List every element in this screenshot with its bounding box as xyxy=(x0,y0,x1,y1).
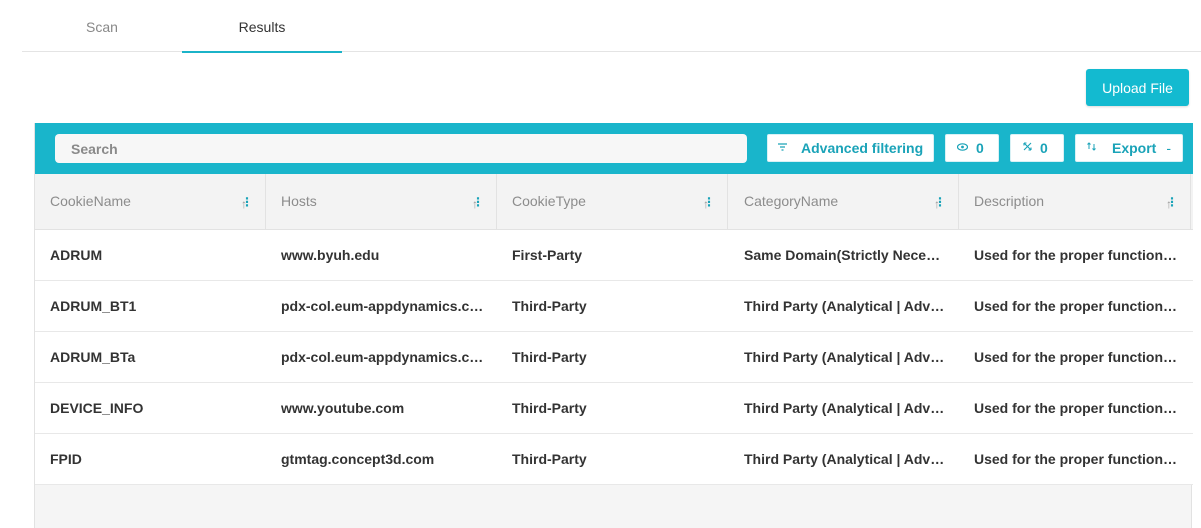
cell-categoryname: Third Party (Analytical | Advertising) xyxy=(744,451,959,467)
cell-cookiename: ADRUM_BTa xyxy=(50,349,136,365)
cell-cookiename: FPID xyxy=(50,451,82,467)
cell-description: Used for the proper functioning of the w… xyxy=(974,400,1191,416)
tab-results[interactable]: Results xyxy=(182,0,342,53)
view-count-button[interactable]: 0 xyxy=(945,134,999,162)
cell-description: Used for the proper functioning of the w… xyxy=(974,451,1191,467)
column-header-label: CookieType xyxy=(512,193,586,209)
table-header: CookieName ↑ ⋮ Hosts ↑ ⋮ CookieType ↑ ⋮ … xyxy=(35,174,1193,230)
table-row[interactable]: FPID gtmtag.concept3d.com Third-Party Th… xyxy=(35,434,1193,485)
cross-arrows-icon xyxy=(1023,142,1032,154)
upload-file-button[interactable]: Upload File xyxy=(1086,69,1189,106)
cell-cookietype: Third-Party xyxy=(512,349,587,365)
advanced-filtering-label: Advanced filtering xyxy=(801,140,924,156)
column-header-cookiename[interactable]: CookieName ↑ ⋮ xyxy=(35,174,266,230)
table-toolbar: Advanced filtering 0 0 Export - xyxy=(35,123,1193,174)
column-header-label: Description xyxy=(974,193,1045,209)
view-count: 0 xyxy=(976,140,984,156)
chevron-down-icon: - xyxy=(1166,140,1172,156)
cell-hosts: www.youtube.com xyxy=(281,400,405,416)
table-row[interactable]: ADRUM www.byuh.edu First-Party Same Doma… xyxy=(35,230,1193,281)
export-icon xyxy=(1087,142,1096,154)
results-table-card: Advanced filtering 0 0 Export - CookieNa… xyxy=(34,123,1193,528)
cell-cookiename: DEVICE_INFO xyxy=(50,400,144,416)
filter-icon xyxy=(778,142,787,154)
cell-description: Used for the proper functioning of the w… xyxy=(974,349,1191,365)
column-header-label: CookieName xyxy=(50,193,131,209)
cell-cookietype: First-Party xyxy=(512,247,583,263)
cell-description: Used for the proper functioning of the w… xyxy=(974,298,1191,314)
column-header-label: CategoryName xyxy=(744,193,839,209)
selected-count-button[interactable]: 0 xyxy=(1010,134,1064,162)
column-header-cookietype[interactable]: CookieType ↑ ⋮ xyxy=(497,174,728,230)
vertical-dots-icon[interactable]: ⋮ xyxy=(703,174,715,231)
vertical-dots-icon[interactable]: ⋮ xyxy=(472,174,484,231)
column-header-label: Hosts xyxy=(281,193,317,209)
vertical-dots-icon[interactable]: ⋮ xyxy=(241,174,253,231)
column-header-hosts[interactable]: Hosts ↑ ⋮ xyxy=(266,174,497,230)
selected-count: 0 xyxy=(1040,140,1048,156)
cell-hosts: gtmtag.concept3d.com xyxy=(281,451,435,467)
cell-categoryname: Third Party (Analytical | Advertising) xyxy=(744,298,959,314)
cell-cookietype: Third-Party xyxy=(512,298,587,314)
table-row[interactable]: DEVICE_INFO www.youtube.com Third-Party … xyxy=(35,383,1193,434)
column-header-description[interactable]: Description ↑ ⋮ xyxy=(959,174,1191,230)
cell-cookiename: ADRUM xyxy=(50,247,103,263)
cell-hosts: pdx-col.eum-appdynamics.com xyxy=(281,349,491,365)
vertical-dots-icon[interactable]: ⋮ xyxy=(1166,174,1178,231)
cell-hosts: www.byuh.edu xyxy=(281,247,380,263)
search-input[interactable] xyxy=(55,134,747,163)
eye-icon xyxy=(956,142,969,154)
tab-scan[interactable]: Scan xyxy=(22,0,182,52)
tab-bar: Scan Results xyxy=(22,0,1201,53)
cell-description: Used for the proper functioning of the w… xyxy=(974,247,1191,263)
table-row[interactable]: ADRUM_BT1 pdx-col.eum-appdynamics.com Th… xyxy=(35,281,1193,332)
table-row[interactable]: ADRUM_BTa pdx-col.eum-appdynamics.com Th… xyxy=(35,332,1193,383)
cell-categoryname: Same Domain(Strictly Necessary) xyxy=(744,247,959,263)
export-label: Export xyxy=(1112,140,1157,156)
cell-cookietype: Third-Party xyxy=(512,451,587,467)
cell-cookietype: Third-Party xyxy=(512,400,587,416)
export-button[interactable]: Export - xyxy=(1075,134,1183,162)
table-body: ADRUM www.byuh.edu First-Party Same Doma… xyxy=(35,230,1193,485)
cell-hosts: pdx-col.eum-appdynamics.com xyxy=(281,298,491,314)
cell-categoryname: Third Party (Analytical | Advertising) xyxy=(744,349,959,365)
cell-cookiename: ADRUM_BT1 xyxy=(50,298,137,314)
cell-categoryname: Third Party (Analytical | Advertising) xyxy=(744,400,959,416)
column-header-categoryname[interactable]: CategoryName ↑ ⋮ xyxy=(728,174,959,230)
advanced-filtering-button[interactable]: Advanced filtering xyxy=(767,134,934,162)
vertical-dots-icon[interactable]: ⋮ xyxy=(934,174,946,231)
